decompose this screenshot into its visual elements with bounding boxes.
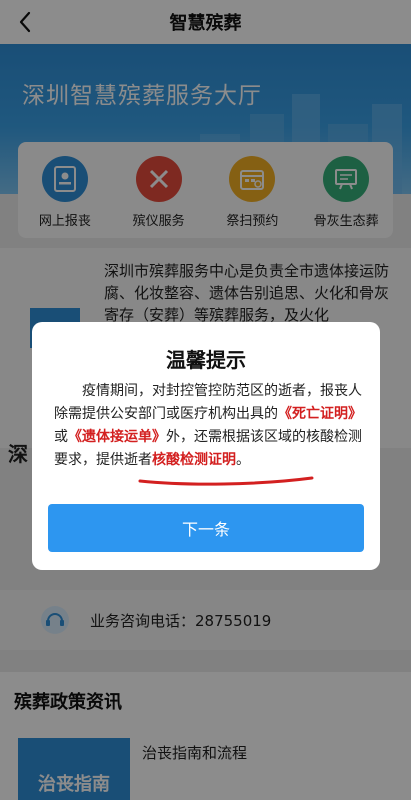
- next-button[interactable]: 下一条: [48, 504, 364, 552]
- nucleic-test-cert-text: 核酸检测证明: [152, 452, 236, 468]
- modal-text: 。: [236, 452, 250, 468]
- hand-underline-mark: [138, 476, 314, 486]
- modal-body: 疫情期间，对封控管控防范区的逝者，报丧人除需提供公安部门或医疗机构出具的《死亡证…: [54, 380, 364, 472]
- modal-text: 或: [54, 429, 68, 445]
- transport-slip-text: 《遗体接运单》: [68, 429, 166, 445]
- death-certificate-text: 《死亡证明》: [278, 406, 362, 422]
- notice-modal: 温馨提示 疫情期间，对封控管控防范区的逝者，报丧人除需提供公安部门或医疗机构出具…: [32, 322, 380, 570]
- modal-title: 温馨提示: [166, 348, 246, 372]
